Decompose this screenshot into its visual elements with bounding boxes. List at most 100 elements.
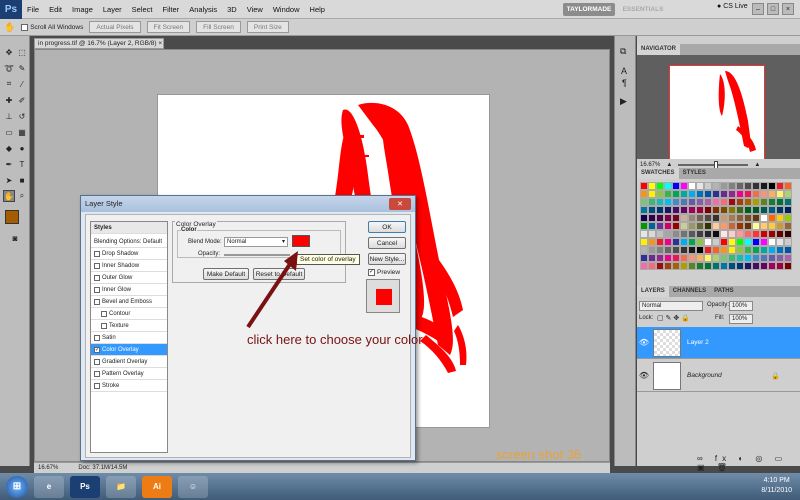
swatch[interactable]	[784, 206, 792, 214]
history-brush-icon[interactable]: ↺	[16, 110, 28, 122]
swatch[interactable]	[688, 182, 696, 190]
swatch[interactable]	[784, 214, 792, 222]
swatch[interactable]	[728, 214, 736, 222]
swatch[interactable]	[768, 230, 776, 238]
taskbar-folder-icon[interactable]: 📁	[106, 475, 136, 498]
swatch[interactable]	[656, 214, 664, 222]
fill-screen-button[interactable]: Fill Screen	[196, 21, 241, 33]
swatch[interactable]	[784, 198, 792, 206]
swatch[interactable]	[768, 206, 776, 214]
swatch[interactable]	[648, 182, 656, 190]
swatch[interactable]	[704, 254, 712, 262]
swatch[interactable]	[640, 246, 648, 254]
swatch[interactable]	[680, 238, 688, 246]
swatch[interactable]	[672, 190, 680, 198]
swatch[interactable]	[760, 206, 768, 214]
swatch[interactable]	[648, 230, 656, 238]
swatch[interactable]	[656, 222, 664, 230]
eyedropper-tool-icon[interactable]: ⁄	[16, 78, 28, 90]
menu-select[interactable]: Select	[127, 5, 158, 14]
swatch[interactable]	[648, 190, 656, 198]
swatch[interactable]	[728, 190, 736, 198]
menu-view[interactable]: View	[242, 5, 268, 14]
swatch[interactable]	[672, 206, 680, 214]
swatch[interactable]	[784, 246, 792, 254]
swatch[interactable]	[704, 182, 712, 190]
swatch[interactable]	[776, 254, 784, 262]
swatch[interactable]	[712, 238, 720, 246]
swatch[interactable]	[696, 262, 704, 270]
minimize-icon[interactable]: –	[752, 3, 764, 15]
zoom-tool-icon[interactable]: ⌕	[16, 190, 28, 202]
swatch[interactable]	[728, 222, 736, 230]
menu-layer[interactable]: Layer	[98, 5, 127, 14]
swatch[interactable]	[680, 262, 688, 270]
swatch[interactable]	[664, 190, 672, 198]
swatch[interactable]	[648, 238, 656, 246]
swatch[interactable]	[696, 222, 704, 230]
swatch[interactable]	[736, 190, 744, 198]
tab-paths[interactable]: PATHS	[710, 286, 737, 297]
quick-mask-icon[interactable]: ◙	[9, 232, 21, 244]
swatch[interactable]	[776, 246, 784, 254]
swatch[interactable]	[736, 182, 744, 190]
start-button-icon[interactable]: ⊞	[6, 475, 28, 498]
fit-screen-button[interactable]: Fit Screen	[146, 21, 191, 33]
swatch[interactable]	[784, 254, 792, 262]
checkbox-checked-icon[interactable]: ✓	[94, 346, 100, 353]
swatch[interactable]	[752, 206, 760, 214]
swatch[interactable]	[672, 198, 680, 206]
swatch[interactable]	[640, 190, 648, 198]
zoom-slider[interactable]	[678, 160, 749, 169]
swatch[interactable]	[736, 262, 744, 270]
swatch[interactable]	[760, 254, 768, 262]
swatch[interactable]	[744, 198, 752, 206]
swatch[interactable]	[752, 198, 760, 206]
maximize-icon[interactable]: □	[767, 3, 779, 15]
document-tab[interactable]: in progress.tif @ 16.7% (Layer 2, RGB/8)…	[34, 38, 164, 49]
swatch[interactable]	[680, 246, 688, 254]
swatch[interactable]	[720, 214, 728, 222]
ok-button[interactable]: OK	[368, 221, 406, 233]
swatch[interactable]	[672, 238, 680, 246]
taskbar-ie-icon[interactable]: e	[34, 475, 64, 498]
swatch[interactable]	[648, 198, 656, 206]
swatch[interactable]	[776, 214, 784, 222]
layer-row-layer-2[interactable]: 👁 Layer 2	[637, 327, 800, 359]
swatch[interactable]	[736, 198, 744, 206]
style-row[interactable]: Outer Glow	[91, 272, 167, 284]
swatch[interactable]	[720, 182, 728, 190]
swatch[interactable]	[688, 254, 696, 262]
clone-stamp-icon[interactable]: ⊥	[3, 110, 15, 122]
taskbar-photoshop-icon[interactable]: Ps	[70, 475, 100, 498]
swatch[interactable]	[688, 222, 696, 230]
dialog-title[interactable]: Layer Style	[81, 196, 415, 212]
swatch[interactable]	[728, 238, 736, 246]
swatch[interactable]	[656, 230, 664, 238]
swatch[interactable]	[760, 230, 768, 238]
swatch[interactable]	[768, 198, 776, 206]
swatch[interactable]	[704, 222, 712, 230]
menu-filter[interactable]: Filter	[158, 5, 185, 14]
swatch[interactable]	[680, 222, 688, 230]
swatch[interactable]	[656, 238, 664, 246]
swatch[interactable]	[704, 214, 712, 222]
eye-icon[interactable]: 👁	[637, 371, 651, 380]
swatch[interactable]	[768, 190, 776, 198]
swatch[interactable]	[760, 262, 768, 270]
swatch[interactable]	[776, 230, 784, 238]
swatch[interactable]	[696, 182, 704, 190]
swatch[interactable]	[720, 198, 728, 206]
swatch[interactable]	[752, 238, 760, 246]
swatch[interactable]	[680, 254, 688, 262]
swatch[interactable]	[784, 190, 792, 198]
swatch[interactable]	[784, 230, 792, 238]
style-row[interactable]: Inner Shadow	[91, 260, 167, 272]
checkbox-icon[interactable]	[94, 334, 100, 341]
checkbox-icon[interactable]	[94, 382, 100, 389]
swatch[interactable]	[728, 254, 736, 262]
swatch[interactable]	[648, 254, 656, 262]
eraser-tool-icon[interactable]: ▭	[3, 126, 15, 138]
swatch[interactable]	[696, 246, 704, 254]
checkbox-icon[interactable]	[94, 370, 100, 377]
